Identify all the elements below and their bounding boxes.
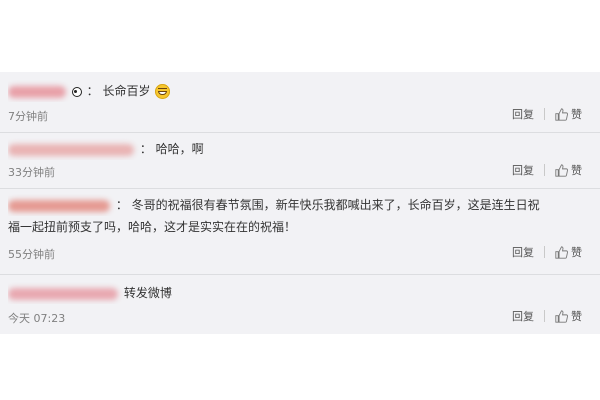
like-label: 赞 <box>571 108 582 121</box>
username-redacted[interactable] <box>8 85 66 98</box>
comment-item: ： 哈哈，啊 33分钟前 回复 赞 <box>0 132 600 189</box>
reply-button[interactable]: 回复 <box>512 244 534 260</box>
separator: ： <box>86 84 99 98</box>
comment-text-continued: 福一起扭前预支了吗，哈哈，这才是实实在在的祝福！ <box>8 220 297 234</box>
thumbs-up-icon <box>555 309 568 323</box>
action-divider <box>544 108 545 120</box>
comment-timestamp: 今天 07:23 <box>8 312 66 325</box>
comment-line: ： 哈哈，啊 <box>8 138 582 160</box>
comment-actions: 回复 赞 <box>512 308 582 324</box>
like-label: 赞 <box>571 310 582 323</box>
username-redacted[interactable] <box>8 143 134 156</box>
like-button[interactable]: 赞 <box>555 106 582 122</box>
like-label: 赞 <box>571 246 582 259</box>
action-divider <box>544 164 545 176</box>
comment-actions: 回复 赞 <box>512 162 582 178</box>
like-button[interactable]: 赞 <box>555 244 582 260</box>
comment-text: 长命百岁 <box>102 84 151 98</box>
comment-line: ： 冬哥的祝福很有春节氛围，新年快乐我都喊出来了，长命百岁，这是连生日祝 <box>8 194 582 216</box>
username-redacted[interactable] <box>8 199 110 212</box>
separator: ： <box>139 142 152 156</box>
action-divider <box>544 246 545 258</box>
comment-line: ： 长命百岁 <box>8 80 582 102</box>
comment-actions: 回复 赞 <box>512 244 582 260</box>
comment-item: ： 长命百岁 7分钟前 回复 赞 <box>0 72 600 133</box>
comment-timestamp: 33分钟前 <box>8 166 55 179</box>
comment-timestamp: 55分钟前 <box>8 248 55 261</box>
comment-list: ： 长命百岁 7分钟前 回复 赞 ： 哈哈，啊 33分钟前 回复 赞 ： 冬哥的… <box>0 72 600 334</box>
thumbs-up-icon <box>555 163 568 177</box>
thumbs-up-icon <box>555 107 568 121</box>
comment-text: 转发微博 <box>123 286 172 300</box>
action-divider <box>544 310 545 322</box>
comment-item: ： 冬哥的祝福很有春节氛围，新年快乐我都喊出来了，长命百岁，这是连生日祝 福一起… <box>0 188 600 275</box>
comment-text: 冬哥的祝福很有春节氛围，新年快乐我都喊出来了，长命百岁，这是连生日祝 <box>131 198 540 212</box>
thumbs-up-icon <box>555 245 568 259</box>
like-button[interactable]: 赞 <box>555 308 582 324</box>
separator: ： <box>115 198 128 212</box>
like-button[interactable]: 赞 <box>555 162 582 178</box>
reply-button[interactable]: 回复 <box>512 162 534 178</box>
laughing-emoji-icon <box>155 84 171 99</box>
username-redacted[interactable] <box>8 287 118 300</box>
reply-button[interactable]: 回复 <box>512 308 534 324</box>
comment-timestamp: 7分钟前 <box>8 110 48 123</box>
comment-item: 转发微博 今天 07:23 回复 赞 <box>0 274 600 334</box>
comment-text: 哈哈，啊 <box>155 142 204 156</box>
panda-badge-icon <box>71 86 82 97</box>
comment-line: 转发微博 <box>8 282 582 304</box>
like-label: 赞 <box>571 164 582 177</box>
comment-actions: 回复 赞 <box>512 106 582 122</box>
reply-button[interactable]: 回复 <box>512 106 534 122</box>
comment-line-2: 福一起扭前预支了吗，哈哈，这才是实实在在的祝福！ <box>8 216 582 238</box>
